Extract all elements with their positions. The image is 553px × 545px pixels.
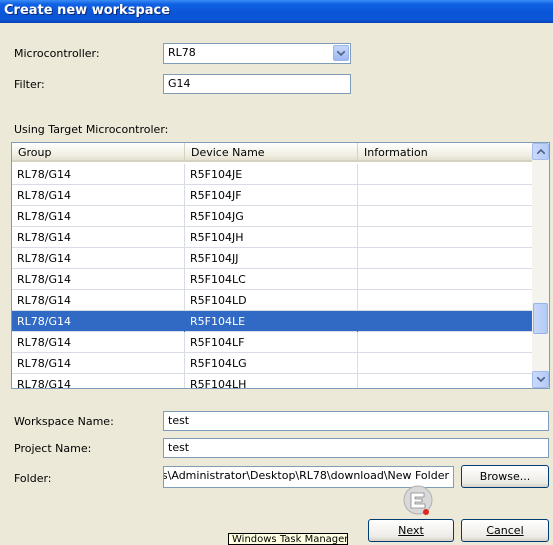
next-button[interactable]: Next [368, 519, 454, 542]
cell-group: RL78/G14 [12, 374, 185, 388]
taskbar-tooltip: Windows Task Manager [228, 533, 348, 545]
cell-group: RL78/G14 [12, 269, 185, 290]
watermark-logo [402, 482, 552, 522]
scroll-up-button[interactable] [532, 143, 549, 160]
table-row[interactable]: RL78/G14 R5F104JG [12, 206, 533, 227]
cell-information [358, 164, 533, 185]
table-row[interactable]: RL78/G14 R5F104JF [12, 185, 533, 206]
chevron-up-icon [536, 149, 545, 154]
table-row[interactable]: RL78/G14 R5F104LE [12, 311, 533, 332]
cell-information [358, 311, 533, 332]
window-title: Create new workspace [0, 0, 553, 23]
cell-information [358, 332, 533, 353]
table-row[interactable]: RL78/G14 R5F104LD [12, 290, 533, 311]
cell-group: RL78/G14 [12, 185, 185, 206]
workspace-name-label: Workspace Name: [14, 415, 114, 428]
cell-device-name: R5F104LC [185, 269, 358, 290]
cancel-button[interactable]: Cancel [461, 519, 549, 542]
next-label: Next [398, 524, 424, 537]
filter-input[interactable]: G14 [163, 74, 351, 94]
cell-information [358, 185, 533, 206]
cell-information [358, 206, 533, 227]
microcontroller-label: Microcontroller: [14, 47, 100, 60]
cell-information [358, 290, 533, 311]
table-row[interactable]: RL78/G14 R5F104LG [12, 353, 533, 374]
cell-information [358, 374, 533, 388]
cell-information [358, 269, 533, 290]
cell-device-name: R5F104JE [185, 164, 358, 185]
table-row[interactable]: RL78/G14 R5F104LF [12, 332, 533, 353]
table-row[interactable]: RL78/G14 R5F104LH [12, 374, 533, 388]
project-name-label: Project Name: [14, 442, 92, 455]
chevron-down-icon [536, 377, 545, 382]
cell-group: RL78/G14 [12, 164, 185, 185]
cell-group: RL78/G14 [12, 332, 185, 353]
cell-device-name: R5F104LH [185, 374, 358, 388]
microcontroller-value: RL78 [168, 46, 196, 59]
column-header-device-name[interactable]: Device Name [185, 143, 358, 162]
column-header-information[interactable]: Information [358, 143, 533, 162]
cell-device-name: R5F104LF [185, 332, 358, 353]
cell-information [358, 353, 533, 374]
cell-device-name: R5F104JJ [185, 248, 358, 269]
cancel-label: Cancel [486, 524, 524, 537]
dropdown-button[interactable] [333, 45, 349, 61]
cell-group: RL78/G14 [12, 206, 185, 227]
filter-label: Filter: [14, 78, 45, 91]
table-row[interactable]: RL78/G14 R5F104JJ [12, 248, 533, 269]
cell-device-name: R5F104LD [185, 290, 358, 311]
scroll-down-button[interactable] [532, 371, 549, 388]
target-microcontroller-label: Using Target Microcontroler: [14, 123, 169, 136]
folder-label: Folder: [14, 472, 52, 485]
scroll-thumb[interactable] [533, 303, 548, 334]
cell-information [358, 248, 533, 269]
cell-information [358, 227, 533, 248]
column-header-group[interactable]: Group [12, 143, 185, 162]
project-name-input[interactable]: test [163, 438, 549, 458]
table-row[interactable]: RL78/G14 R5F104JH [12, 227, 533, 248]
cell-device-name: R5F104JF [185, 185, 358, 206]
cell-group: RL78/G14 [12, 290, 185, 311]
cell-device-name: R5F104JG [185, 206, 358, 227]
cell-group: RL78/G14 [12, 248, 185, 269]
cell-group: RL78/G14 [12, 353, 185, 374]
cell-group: RL78/G14 [12, 227, 185, 248]
cell-group: RL78/G14 [12, 311, 185, 332]
table-row[interactable]: RL78/G14 R5F104JE [12, 164, 533, 185]
table-header: Group Device Name Information [12, 143, 533, 162]
eeworld-logo-icon [403, 485, 433, 515]
vertical-scrollbar[interactable] [532, 143, 549, 388]
cell-device-name: R5F104JH [185, 227, 358, 248]
cell-device-name: R5F104LG [185, 353, 358, 374]
table-row[interactable]: RL78/G14 R5F104LC [12, 269, 533, 290]
chevron-down-icon [337, 50, 345, 56]
microcontroller-select[interactable]: RL78 [163, 43, 351, 64]
folder-path: Settings\Administrator\Desktop\RL78\down… [164, 469, 449, 482]
workspace-name-input[interactable]: test [163, 411, 549, 431]
device-table[interactable]: Group Device Name Information RL78/G14 R5… [11, 142, 550, 389]
cell-device-name: R5F104LE [185, 311, 358, 332]
